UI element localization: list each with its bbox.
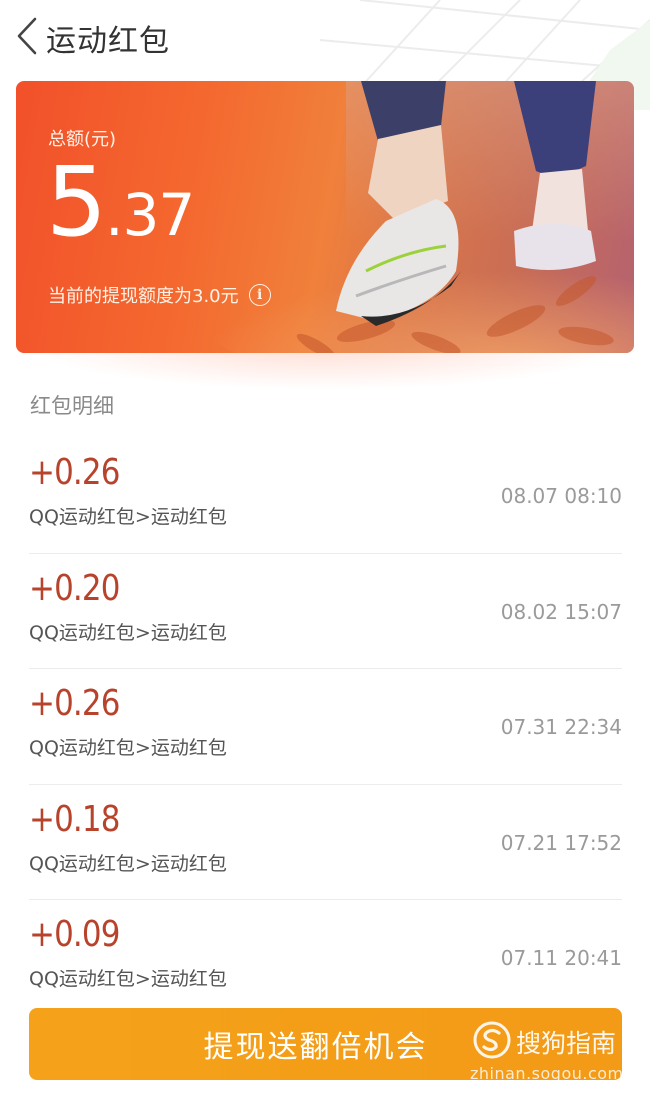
total-amount: 5.37 [46,146,195,269]
withdraw-button[interactable]: 提现送翻倍机会 [29,1008,622,1080]
total-amount-integer: 5 [46,146,107,258]
item-amount: +0.26 [29,452,120,493]
item-time: 07.11 20:41 [500,946,622,970]
list-item[interactable]: +0.18 QQ运动红包>运动红包 07.21 17:52 [29,785,622,900]
page-title: 运动红包 [46,24,170,59]
chevron-left-icon [17,17,37,55]
list-item[interactable]: +0.20 QQ运动红包>运动红包 08.02 15:07 [29,554,622,669]
item-source: QQ运动红包>运动红包 [29,737,227,759]
item-time: 07.31 22:34 [500,715,622,739]
item-source: QQ运动红包>运动红包 [29,506,227,528]
info-icon[interactable]: i [248,284,271,306]
item-time: 07.21 17:52 [500,830,622,855]
withdraw-limit-row: 当前的提现额度为3.0元 i [48,282,271,308]
list-item[interactable]: +0.26 QQ运动红包>运动红包 07.31 22:34 [29,669,622,785]
item-time: 08.02 15:07 [500,599,622,624]
section-title: 红包明细 [30,394,114,418]
list-item[interactable]: +0.09 QQ运动红包>运动红包 07.11 20:41 [29,900,622,1016]
item-source: QQ运动红包>运动红包 [29,621,227,644]
item-amount: +0.09 [29,914,120,955]
withdraw-limit-text: 当前的提现额度为3.0元 [48,286,239,307]
total-amount-decimal: .37 [105,181,195,249]
item-amount: +0.18 [29,798,120,840]
nav-bar: 运动红包 [0,0,650,78]
item-source: QQ运动红包>运动红包 [29,852,227,875]
back-button[interactable] [10,14,44,58]
item-source: QQ运动红包>运动红包 [29,968,227,990]
item-time: 08.07 08:10 [500,484,622,508]
item-amount: +0.20 [29,567,120,609]
withdraw-button-label: 提现送翻倍机会 [203,1030,428,1065]
item-amount: +0.26 [29,683,120,724]
sport-red-packet-page: 运动红包 总额(元) 5.37 当前的提现额度为3.0元 i 红包明细 +0.2… [0,0,650,1107]
red-packet-list: +0.26 QQ运动红包>运动红包 08.07 08:10 +0.20 QQ运动… [29,438,622,1016]
list-item[interactable]: +0.26 QQ运动红包>运动红包 08.07 08:10 [29,438,622,554]
